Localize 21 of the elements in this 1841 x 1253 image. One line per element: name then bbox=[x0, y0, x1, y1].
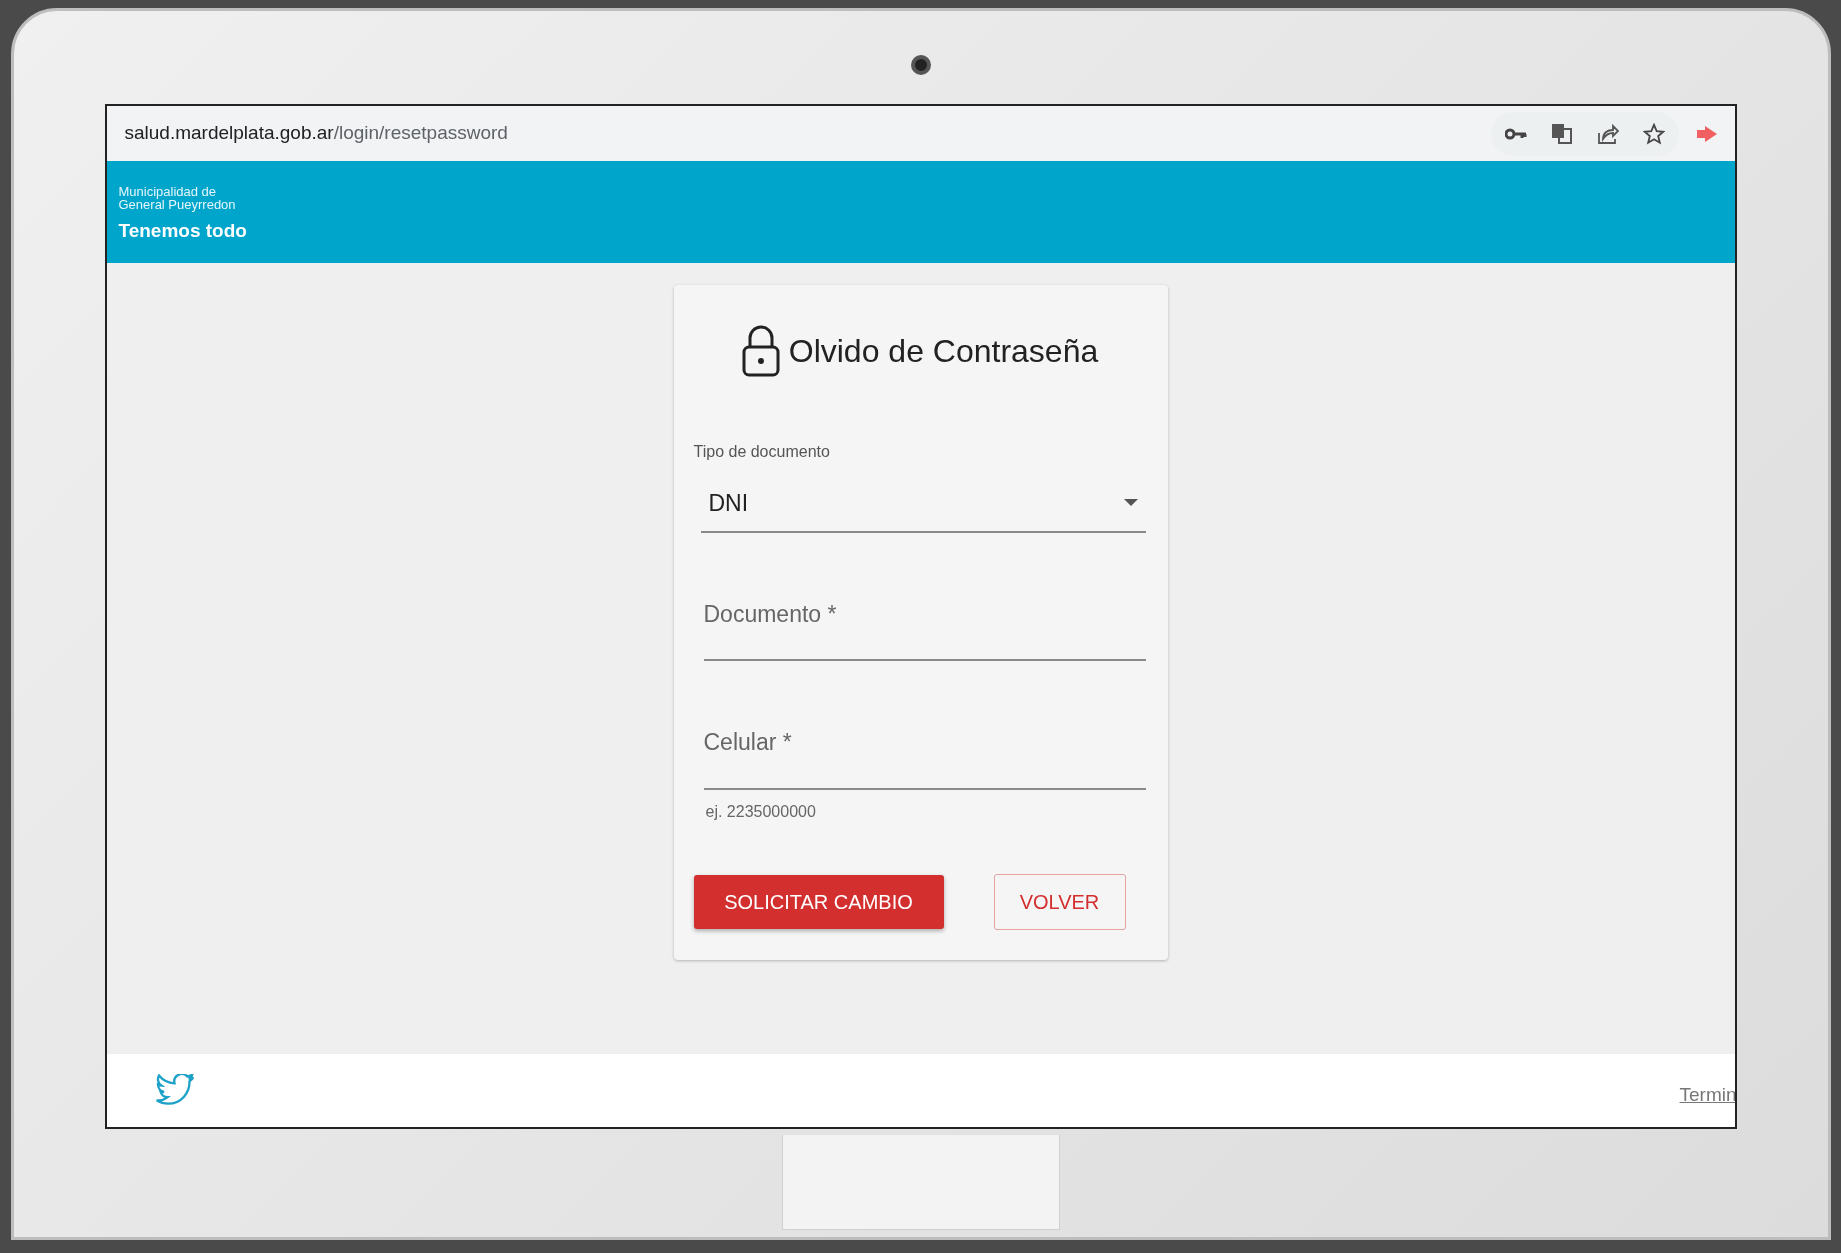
star-icon[interactable] bbox=[1642, 122, 1665, 145]
field-hint: ej. 2235000000 bbox=[705, 801, 817, 822]
extension-icon[interactable] bbox=[1694, 123, 1719, 144]
request-change-button[interactable]: SOLICITAR CAMBIO bbox=[693, 874, 944, 929]
document-type-select[interactable]: DNI bbox=[700, 464, 1146, 533]
camera-icon bbox=[910, 55, 931, 75]
share-icon[interactable] bbox=[1596, 122, 1619, 145]
url-field[interactable]: salud.mardelplata.gob.ar/login/resetpassword bbox=[124, 111, 1491, 156]
padlock-icon bbox=[740, 325, 781, 377]
municipality-name: Municipalidad de General Pueyrredon bbox=[118, 185, 237, 211]
terms-link[interactable]: Termin bbox=[1679, 1081, 1735, 1110]
slogan: Tenemos todo bbox=[118, 219, 248, 243]
bird-icon[interactable] bbox=[154, 1073, 195, 1108]
translate-icon[interactable] bbox=[1550, 122, 1573, 145]
dropdown-caret-icon bbox=[1123, 499, 1138, 508]
input-field[interactable]: Documento * bbox=[703, 590, 1146, 661]
field-label: Tipo de documento bbox=[693, 442, 831, 462]
back-button[interactable]: VOLVER bbox=[993, 873, 1126, 930]
input-field[interactable]: Celular * bbox=[703, 719, 1146, 790]
key-icon[interactable] bbox=[1504, 127, 1527, 140]
form-title: Olvido de Contraseña bbox=[788, 332, 1099, 371]
